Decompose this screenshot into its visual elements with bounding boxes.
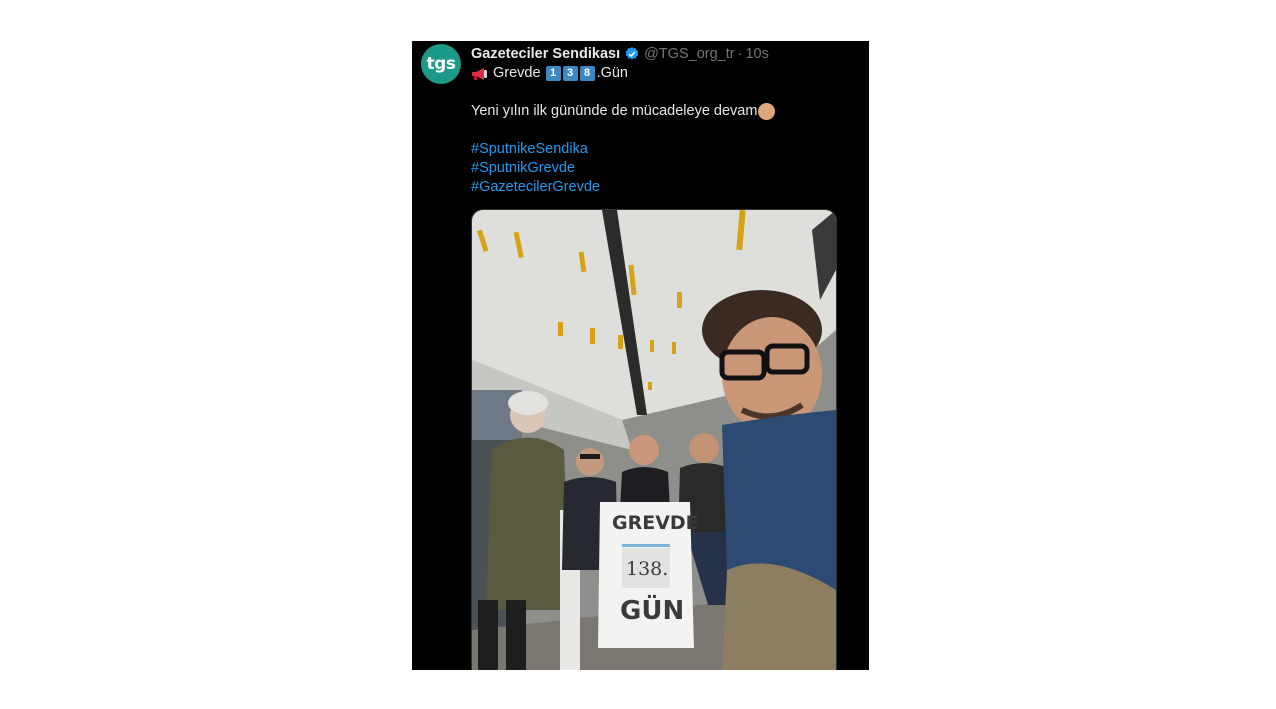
author-handle[interactable]: @TGS_org_tr bbox=[644, 46, 734, 62]
author-avatar[interactable]: tgs bbox=[421, 44, 461, 84]
day-suffix: .Gün bbox=[596, 65, 628, 81]
header-separator: · bbox=[737, 46, 743, 62]
verified-badge-icon bbox=[625, 47, 639, 60]
tweet-line-1: Grevde 1 3 8 .Gün bbox=[471, 64, 851, 83]
keycap-digit: 3 bbox=[562, 66, 578, 81]
tweet-line-2: Yeni yılın ilk gününde de mücadeleye dev… bbox=[471, 102, 851, 121]
megaphone-emoji bbox=[472, 67, 487, 80]
hashtag-link[interactable]: #GazetecilerGrevde bbox=[471, 178, 600, 197]
tweet-sentence: Yeni yılın ilk gününde de mücadeleye dev… bbox=[471, 103, 758, 119]
sign-day-word: GÜN bbox=[620, 596, 685, 626]
keycap-digit: 8 bbox=[579, 66, 595, 81]
sign-title: GREVDE bbox=[612, 512, 699, 534]
tweet-timestamp[interactable]: 10s bbox=[745, 46, 768, 62]
avatar-logo-text: tgs bbox=[426, 54, 456, 74]
hashtag-line: #SputnikGrevde bbox=[471, 159, 851, 178]
hashtag-link[interactable]: #SputnikeSendika bbox=[471, 140, 588, 159]
tweet-card[interactable]: tgs Gazeteciler Sendikası @TGS_org_tr · … bbox=[412, 41, 869, 670]
tweet-header: Gazeteciler Sendikası @TGS_org_tr · 10s bbox=[471, 44, 769, 64]
tweet-text: Grevde 1 3 8 .Gün Yeni yılın ilk gününde… bbox=[471, 64, 851, 197]
hashtag-line: #SputnikeSendika bbox=[471, 140, 851, 159]
keycap-digit: 1 bbox=[545, 66, 561, 81]
author-name[interactable]: Gazeteciler Sendikası bbox=[471, 46, 620, 62]
hashtag-line: #GazetecilerGrevde bbox=[471, 178, 851, 197]
sign-day-number: 138. bbox=[626, 558, 669, 580]
hashtag-link[interactable]: #SputnikGrevde bbox=[471, 159, 575, 178]
strike-word: Grevde bbox=[493, 65, 541, 81]
tweet-photo[interactable]: GREVDE 138. GÜN bbox=[471, 209, 837, 670]
raised-fist-emoji bbox=[758, 103, 776, 120]
